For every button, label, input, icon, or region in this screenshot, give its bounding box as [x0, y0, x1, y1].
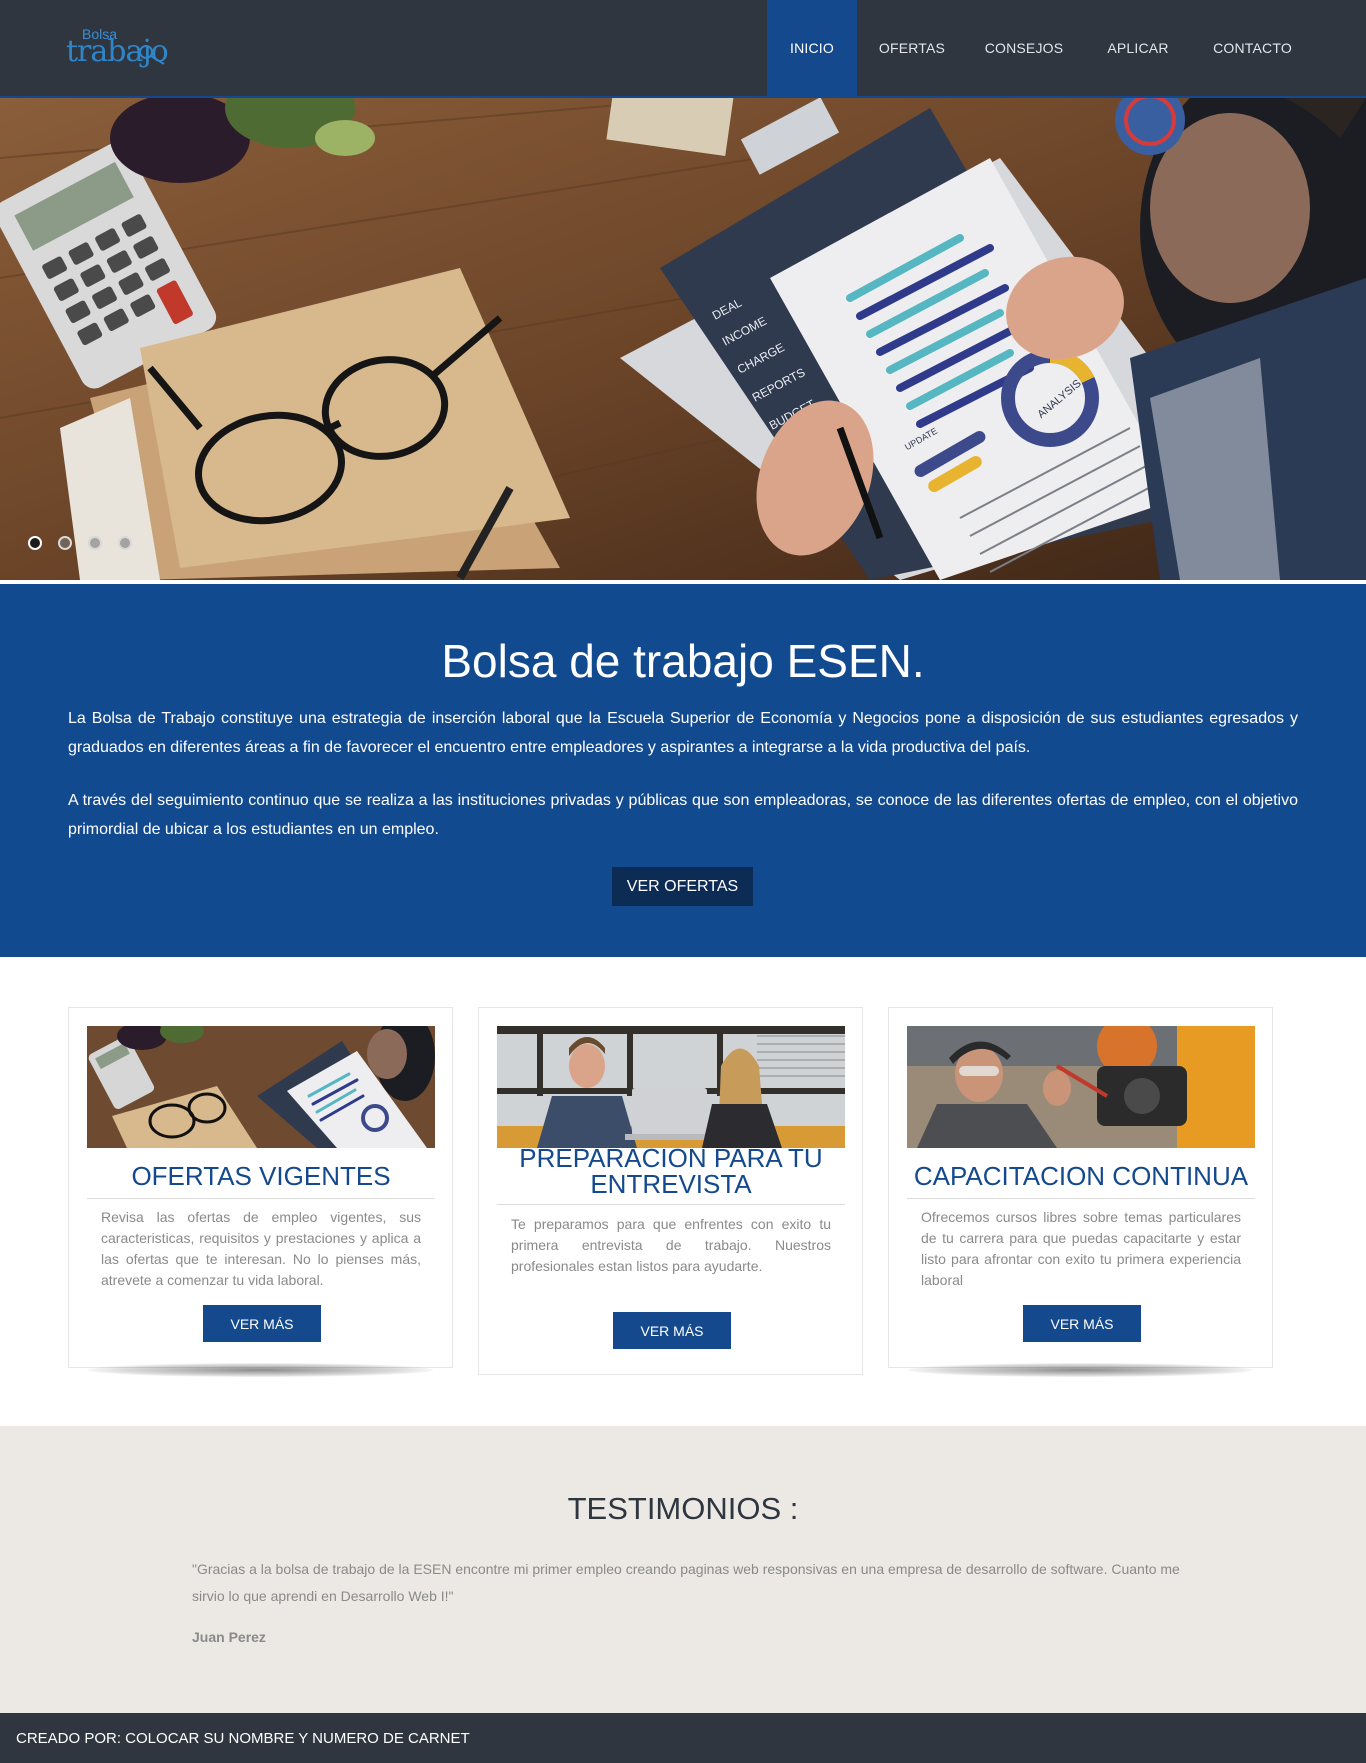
ver-ofertas-button[interactable]: VER OFERTAS [612, 867, 753, 906]
intro-paragraph-1: La Bolsa de Trabajo constituye una estra… [68, 710, 1298, 756]
footer-credit: CREADO POR: COLOCAR SU NOMBRE Y NUMERO D… [16, 1729, 470, 1747]
ver-mas-button[interactable]: VER MÁS [1023, 1305, 1141, 1342]
card-text: Te preparamos para que enfrentes con exi… [511, 1216, 831, 1274]
carousel-indicators [28, 536, 132, 550]
card-ofertas-vigentes: OFERTAS VIGENTES Revisa las ofertas de e… [68, 1007, 453, 1368]
card-shadow [908, 1363, 1253, 1377]
carousel-dot-3[interactable] [88, 536, 102, 550]
nav-item-contacto[interactable]: CONTACTO [1195, 0, 1310, 96]
footer: CREADO POR: COLOCAR SU NOMBRE Y NUMERO D… [0, 1713, 1366, 1763]
card-image-technician [907, 1026, 1255, 1148]
card-title: PREPARACION PARA TU ENTREVISTA [519, 1143, 823, 1199]
ver-mas-button[interactable]: VER MÁS [613, 1312, 731, 1349]
testimonials-section: TESTIMONIOS : "Gracias a la bolsa de tra… [0, 1426, 1366, 1713]
carousel-dot-4[interactable] [118, 536, 132, 550]
card-divider [907, 1198, 1255, 1199]
nav-item-aplicar[interactable]: APLICAR [1081, 0, 1195, 96]
card-title: OFERTAS VIGENTES [131, 1161, 391, 1191]
testimonial-quote: "Gracias a la bolsa de trabajo de la ESE… [192, 1561, 1180, 1604]
navbar: Bolsa trabajo INICIO OFERTAS CONSEJOS AP… [0, 0, 1366, 98]
hero-image: ANALYSIS UPDATE DEAL INCOME CHARGE REPOR… [0, 98, 1366, 580]
intro-section: Bolsa de trabajo ESEN. La Bolsa de Traba… [0, 584, 1366, 957]
testimonial-author: Juan Perez [192, 1629, 266, 1645]
site-logo[interactable]: Bolsa trabajo [66, 20, 176, 72]
card-image-interview [497, 1026, 845, 1148]
testimonials-title: TESTIMONIOS : [567, 1491, 799, 1526]
card-text: Revisa las ofertas de empleo vigentes, s… [101, 1209, 421, 1288]
card-divider [87, 1198, 435, 1199]
carousel-dot-2[interactable] [58, 536, 72, 550]
card-image-office-desk [87, 1026, 435, 1148]
magnifier-icon [139, 45, 165, 65]
nav-item-ofertas[interactable]: OFERTAS [857, 0, 967, 96]
hero-carousel[interactable]: ANALYSIS UPDATE DEAL INCOME CHARGE REPOR… [0, 98, 1366, 580]
card-divider [497, 1204, 845, 1205]
card-preparacion-entrevista: PREPARACION PARA TU ENTREVISTA Te prepar… [478, 1007, 863, 1375]
nav-item-inicio[interactable]: INICIO [767, 0, 857, 96]
card-text: Ofrecemos cursos libres sobre temas part… [921, 1209, 1241, 1288]
intro-paragraph-2: A través del seguimiento continuo que se… [68, 792, 1298, 838]
main-nav: INICIO OFERTAS CONSEJOS APLICAR CONTACTO [767, 0, 1366, 96]
ver-mas-button[interactable]: VER MÁS [203, 1305, 321, 1342]
card-title: CAPACITACION CONTINUA [913, 1161, 1249, 1191]
carousel-dot-1[interactable] [28, 536, 42, 550]
nav-item-consejos[interactable]: CONSEJOS [967, 0, 1081, 96]
card-capacitacion-continua: CAPACITACION CONTINUA Ofrecemos cursos l… [888, 1007, 1273, 1368]
card-shadow [88, 1363, 433, 1377]
intro-title: Bolsa de trabajo ESEN. [441, 635, 925, 687]
